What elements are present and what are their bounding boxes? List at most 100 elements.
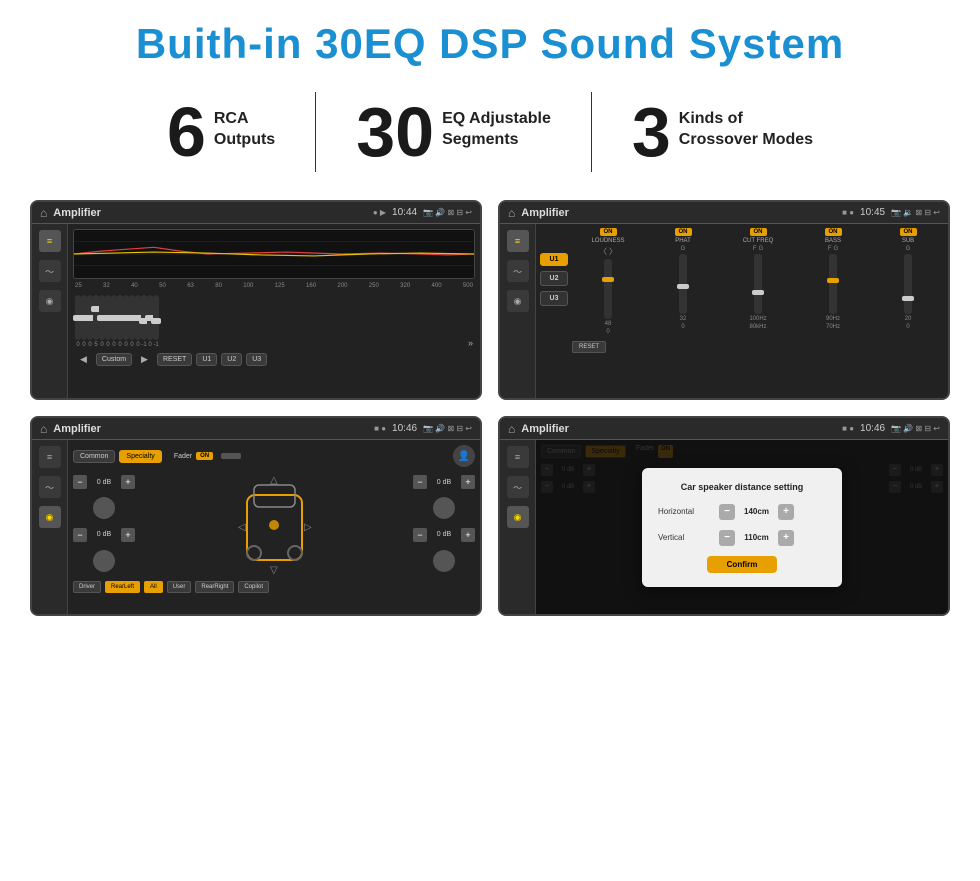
dialog-vertical-minus[interactable]: − <box>719 530 735 546</box>
dialog-horizontal-control: − 140cm + <box>719 504 794 520</box>
stat-label-eq-1: EQ Adjustable <box>442 109 551 130</box>
topbar-dot-1: ● ▶ <box>373 208 386 217</box>
sidebar-speaker-icon-4[interactable]: ◉ <box>507 506 529 528</box>
copilot-btn[interactable]: Copilot <box>238 581 269 593</box>
topbar-4: ⌂ Amplifier ■ ● 10:46 📷 🔊 ⊠ ⊟ ↩ <box>500 418 948 440</box>
fader-minus-3[interactable]: − <box>413 528 427 542</box>
sidebar-eq-icon-3[interactable]: ≡ <box>39 446 61 468</box>
topbar-dot-4: ■ ● <box>842 424 854 433</box>
u1-btn[interactable]: U1 <box>196 353 217 366</box>
topbar-icons-1: 📷 🔊 ⊠ ⊟ ↩ <box>423 208 472 217</box>
sidebar-eq-icon[interactable]: ≡ <box>39 230 61 252</box>
topbar-title-2: Amplifier <box>521 207 836 219</box>
amp-reset-btn[interactable]: RESET <box>572 341 606 353</box>
loudness-slider[interactable] <box>604 259 612 319</box>
bass-toggle[interactable]: ON <box>825 228 842 236</box>
sidebar-4: ≡ 〜 ◉ <box>500 440 536 614</box>
dialog-vertical-control: − 110cm + <box>719 530 794 546</box>
distance-dialog: Car speaker distance setting Horizontal … <box>642 468 842 587</box>
loudness-arrows: 〈〉 <box>599 246 617 257</box>
dialog-horizontal-plus[interactable]: + <box>778 504 794 520</box>
dialog-horizontal-label: Horizontal <box>658 507 713 516</box>
sidebar-1: ≡ 〜 ◉ <box>32 224 68 398</box>
fader-main-panel: Common Specialty Fader ON 👤 − <box>68 440 480 614</box>
loudness-toggle[interactable]: ON <box>600 228 617 236</box>
fader-top-row: Common Specialty Fader ON 👤 <box>73 445 475 467</box>
prev-btn[interactable]: ◀ <box>75 352 92 367</box>
u1-preset[interactable]: U1 <box>540 253 568 266</box>
driver-btn[interactable]: Driver <box>73 581 101 593</box>
expand-icon[interactable]: » <box>468 338 473 348</box>
fader-minus-1[interactable]: − <box>73 528 87 542</box>
home-icon-2: ⌂ <box>508 206 515 220</box>
topbar-time-1: 10:44 <box>392 207 417 218</box>
screens-grid: ⌂ Amplifier ● ▶ 10:44 📷 🔊 ⊠ ⊟ ↩ ≡ 〜 ◉ <box>30 200 950 616</box>
reset-btn-1[interactable]: RESET <box>157 353 192 366</box>
stat-label-rca-1: RCA <box>214 109 275 130</box>
u3-preset[interactable]: U3 <box>540 291 568 306</box>
fader-plus-3[interactable]: + <box>461 528 475 542</box>
all-btn[interactable]: All <box>144 581 163 593</box>
dialog-vertical-plus[interactable]: + <box>778 530 794 546</box>
fader-plus-1[interactable]: + <box>121 528 135 542</box>
phat-slider[interactable] <box>679 254 687 314</box>
play-btn[interactable]: ▶ <box>136 352 153 367</box>
home-icon-3: ⌂ <box>40 422 47 436</box>
dialog-title: Car speaker distance setting <box>658 482 826 492</box>
sidebar-wave-icon-4[interactable]: 〜 <box>507 476 529 498</box>
user-btn[interactable]: User <box>167 581 192 593</box>
stat-eq: 30 EQ Adjustable Segments <box>316 97 591 167</box>
phat-toggle[interactable]: ON <box>675 228 692 236</box>
confirm-button[interactable]: Confirm <box>707 556 778 573</box>
sidebar-2: ≡ 〜 ◉ <box>500 224 536 398</box>
screen-amp: ⌂ Amplifier ■ ● 10:45 📷 🔉 ⊠ ⊟ ↩ ≡ 〜 ◉ U1… <box>498 200 950 400</box>
topbar-dot-2: ■ ● <box>842 208 854 217</box>
topbar-3: ⌂ Amplifier ■ ● 10:46 📷 🔊 ⊠ ⊟ ↩ <box>32 418 480 440</box>
dialog-horizontal-value: 140cm <box>739 507 774 516</box>
sidebar-wave-icon-2[interactable]: 〜 <box>507 260 529 282</box>
stat-label-crossover-2: Crossover Modes <box>679 130 813 151</box>
dialog-horizontal-minus[interactable]: − <box>719 504 735 520</box>
u2-preset[interactable]: U2 <box>540 271 568 286</box>
sidebar-speaker-icon-3[interactable]: ◉ <box>39 506 61 528</box>
fader-minus-2[interactable]: − <box>413 475 427 489</box>
amp-controls: ON LOUDNESS 〈〉 48 0 ON PHAT <box>572 228 944 394</box>
stat-label-rca-2: Outputs <box>214 130 275 151</box>
topbar-icons-3: 📷 🔊 ⊠ ⊟ ↩ <box>423 424 472 433</box>
topbar-icons-4: 📷 🔊 ⊠ ⊟ ↩ <box>891 424 940 433</box>
specialty-preset-btn[interactable]: Specialty <box>119 450 161 463</box>
cutfreq-toggle[interactable]: ON <box>750 228 767 236</box>
u2-btn[interactable]: U2 <box>221 353 242 366</box>
custom-label: Custom <box>96 353 132 366</box>
topbar-icons-2: 📷 🔉 ⊠ ⊟ ↩ <box>891 208 940 217</box>
sidebar-wave-icon[interactable]: 〜 <box>39 260 61 282</box>
sidebar-speaker-icon[interactable]: ◉ <box>39 290 61 312</box>
amp-main-panel: U1 U2 U3 ON LOUDNESS 〈〉 <box>536 224 948 398</box>
sub-slider[interactable] <box>904 254 912 314</box>
rearright-btn[interactable]: RearRight <box>195 581 234 593</box>
topbar-2: ⌂ Amplifier ■ ● 10:45 📷 🔉 ⊠ ⊟ ↩ <box>500 202 948 224</box>
u3-btn[interactable]: U3 <box>246 353 267 366</box>
svg-text:▽: ▽ <box>270 565 278 575</box>
sidebar-eq-icon-4[interactable]: ≡ <box>507 446 529 468</box>
fader-right: − 0 dB + − 0 dB + <box>413 475 475 575</box>
fader-plus-2[interactable]: + <box>461 475 475 489</box>
stat-label-eq-2: Segments <box>442 130 551 151</box>
fader-ctrl-1: − 0 dB + <box>73 528 135 542</box>
sidebar-wave-icon-3[interactable]: 〜 <box>39 476 61 498</box>
screen4-content: ≡ 〜 ◉ Common Specialty Fader ON <box>500 440 948 614</box>
sidebar-eq-icon-2[interactable]: ≡ <box>507 230 529 252</box>
common-preset-btn[interactable]: Common <box>73 450 115 463</box>
cutfreq-slider[interactable] <box>754 254 762 314</box>
rearleft-btn[interactable]: RearLeft <box>105 581 140 593</box>
dialog-overlay: Car speaker distance setting Horizontal … <box>536 440 948 614</box>
car-svg: ◁ ▷ △ ▽ <box>232 475 317 575</box>
sidebar-speaker-icon-2[interactable]: ◉ <box>507 290 529 312</box>
eq-curve-svg <box>74 230 474 278</box>
fader-minus-0[interactable]: − <box>73 475 87 489</box>
fader-label: Fader <box>174 453 192 460</box>
bass-slider[interactable] <box>829 254 837 314</box>
fader-ctrl-3: − 0 dB + <box>413 528 475 542</box>
sub-toggle[interactable]: ON <box>900 228 917 236</box>
fader-plus-0[interactable]: + <box>121 475 135 489</box>
